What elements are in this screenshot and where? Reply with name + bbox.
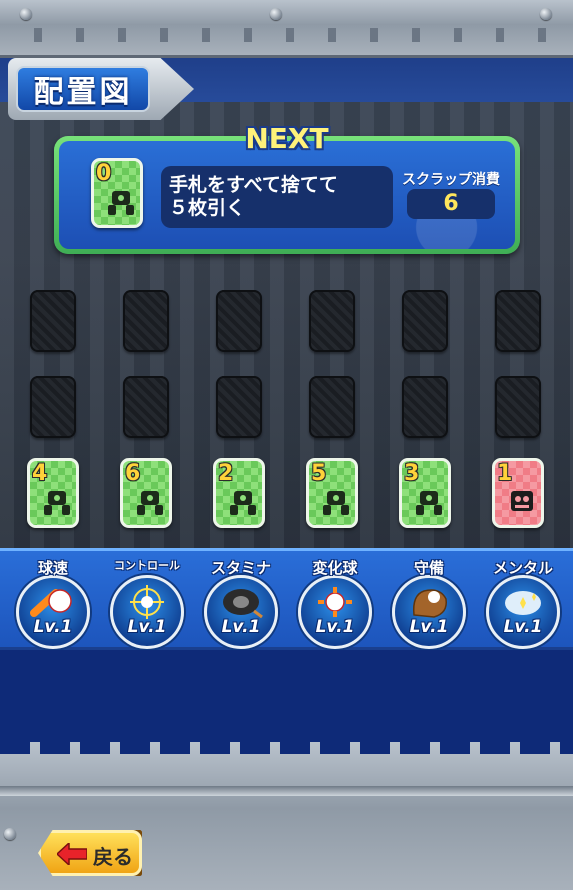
- hand-card[interactable]: 4: [27, 458, 79, 528]
- empty-card-slot[interactable]: [123, 290, 169, 352]
- stat-name: コントロール: [114, 559, 180, 572]
- breaking-ball-icon: [318, 587, 352, 617]
- scrap-cost-value: 6: [407, 189, 495, 219]
- empty-card-slot[interactable]: [495, 290, 541, 352]
- tire-icon: [223, 589, 263, 619]
- rivet: [270, 8, 282, 20]
- stat-level: Lv.1: [33, 617, 73, 637]
- robot-part-icon: [137, 491, 163, 515]
- lower-panel: [0, 650, 573, 742]
- empty-card-slot[interactable]: [216, 290, 262, 352]
- card-number: 4: [32, 461, 48, 486]
- next-card: 0: [91, 158, 143, 228]
- rivet: [20, 8, 32, 20]
- empty-card-slot[interactable]: [309, 290, 355, 352]
- hand-card[interactable]: 3: [399, 458, 451, 528]
- empty-card-slot[interactable]: [402, 290, 448, 352]
- hand-card[interactable]: 5: [306, 458, 358, 528]
- stat-item[interactable]: スタミナ Lv.1: [196, 557, 286, 649]
- empty-card-slot[interactable]: [495, 376, 541, 438]
- sparkle-heart-icon: [505, 591, 541, 615]
- empty-card-slot[interactable]: [30, 290, 76, 352]
- back-label: 戻る: [93, 845, 133, 869]
- robot-head-icon: [511, 491, 533, 511]
- empty-card-slot[interactable]: [309, 376, 355, 438]
- hand-card[interactable]: 6: [120, 458, 172, 528]
- effect-line-2: ５枚引く: [169, 197, 246, 219]
- hand-card[interactable]: 2: [213, 458, 265, 528]
- bottom-groove: [0, 786, 573, 796]
- stat-item[interactable]: メンタル Lv.1: [478, 557, 568, 649]
- effect-line-1: 手札をすべて捨てて: [169, 174, 338, 196]
- stat-level: Lv.1: [503, 617, 543, 637]
- card-effect-box: 手札をすべて捨てて ５枚引く: [161, 166, 393, 228]
- stat-name: メンタル: [492, 559, 553, 577]
- robot-part-icon: [44, 491, 70, 515]
- stat-name: スタミナ: [210, 559, 271, 577]
- robot-part-icon: [323, 491, 349, 515]
- robot-part-icon: [108, 191, 134, 215]
- glove-icon: [412, 589, 447, 618]
- robot-part-icon: [230, 491, 256, 515]
- empty-card-slot[interactable]: [123, 376, 169, 438]
- robot-part-icon: [416, 491, 442, 515]
- card-number: 1: [497, 461, 513, 486]
- stat-name: 守備: [413, 559, 444, 577]
- empty-card-slot[interactable]: [30, 376, 76, 438]
- top-metal-frame: [0, 0, 573, 58]
- stat-name: 球速: [37, 559, 68, 577]
- hand-card[interactable]: 1: [492, 458, 544, 528]
- stat-item[interactable]: 守備 Lv.1: [384, 557, 474, 649]
- card-number: 2: [218, 461, 234, 486]
- stat-name: 変化球: [312, 559, 358, 577]
- empty-card-slot[interactable]: [216, 376, 262, 438]
- stat-level: Lv.1: [409, 617, 449, 637]
- stat-level: Lv.1: [221, 617, 261, 637]
- back-button[interactable]: 戻る: [38, 830, 142, 876]
- stat-level: Lv.1: [315, 617, 355, 637]
- next-card-number: 0: [96, 161, 112, 186]
- stat-item[interactable]: コントロール Lv.1: [102, 557, 192, 649]
- stat-item[interactable]: 球速 Lv.1: [8, 557, 98, 649]
- page-title: 配置図: [16, 66, 150, 112]
- frame-teeth: [0, 28, 573, 42]
- fast-ball-icon: [30, 589, 72, 617]
- empty-card-slot[interactable]: [402, 376, 448, 438]
- rivet: [540, 8, 552, 20]
- next-label: NEXT: [245, 122, 329, 155]
- stat-item[interactable]: 変化球 Lv.1: [290, 557, 380, 649]
- card-number: 6: [125, 461, 141, 486]
- scrap-cost-label: スクラップ消費: [402, 172, 500, 188]
- crosshair-ball-icon: [130, 585, 164, 619]
- back-arrow-icon: [57, 843, 87, 865]
- card-number: 5: [311, 461, 327, 486]
- rivet: [4, 828, 16, 840]
- card-number: 3: [404, 461, 420, 486]
- stat-bar: 球速 Lv.1 コントロール Lv.1 スタミナ Lv.1 変化球 Lv.1 守備 Lv.1 メンタ…: [0, 548, 573, 650]
- stat-level: Lv.1: [127, 617, 167, 637]
- bottom-teeth: [0, 742, 573, 754]
